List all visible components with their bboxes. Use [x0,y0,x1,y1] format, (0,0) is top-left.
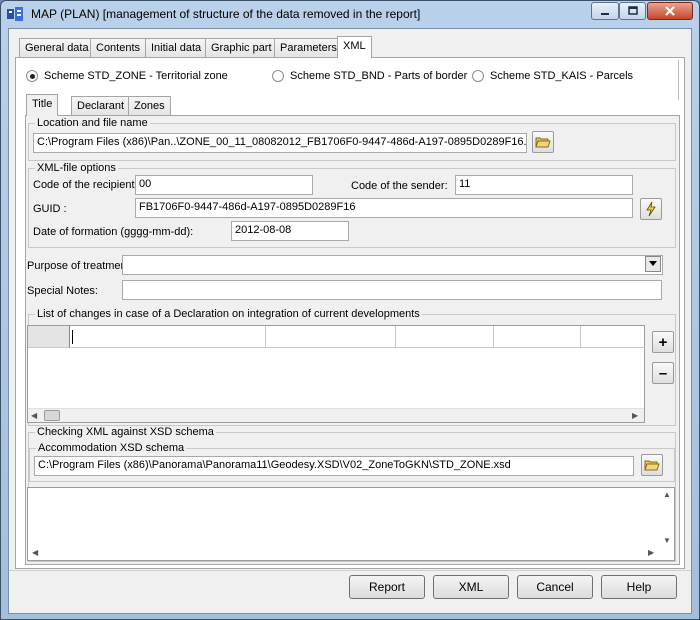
table-cell[interactable] [396,326,494,348]
scroll-down-icon[interactable]: ▼ [663,536,671,545]
help-button[interactable]: Help [601,575,677,599]
dialog-body: General data Contents Initial data Graph… [8,28,692,614]
radio-empty-icon [472,70,484,82]
sender-label: Code of the sender: [351,180,448,192]
horizontal-scrollbar[interactable]: ◀ ▶ [28,408,644,422]
checking-group: Checking XML against XSD schema Accommod… [27,426,676,562]
radio-label: Scheme STD_KAIS - Parcels [490,70,634,82]
app-icon [7,7,23,21]
minimize-icon [601,13,609,15]
recipient-input[interactable]: 00 [135,175,313,195]
xml-options-group: XML-file options Code of the recipient: … [28,162,676,248]
window-title: MAP (PLAN) [management of structure of t… [31,7,421,21]
xml-options-legend: XML-file options [35,162,118,174]
table-corner-cell [28,326,70,348]
schema-group: Accommodation XSD schema C:\Program File… [29,442,675,482]
location-legend: Location and file name [35,117,150,129]
radio-selected-icon [26,70,38,82]
report-button[interactable]: Report [349,575,425,599]
tab-contents[interactable]: Contents [90,38,147,58]
remove-row-button[interactable]: – [652,362,674,384]
table-cell[interactable] [581,326,645,348]
scroll-up-icon[interactable]: ▲ [663,490,671,499]
changes-legend: List of changes in case of a Declaration… [35,308,422,320]
open-folder-button[interactable] [532,131,554,153]
radio-label: Scheme STD_BND - Parts of border [290,70,468,82]
recipient-label: Code of the recipient: [33,179,138,191]
text-cursor [72,330,73,344]
close-icon [665,6,675,16]
scroll-left-icon[interactable]: ◀ [31,411,37,420]
xml-button[interactable]: XML [433,575,509,599]
scroll-left-icon[interactable]: ◀ [32,548,38,557]
cancel-button[interactable]: Cancel [517,575,593,599]
radio-std-bnd[interactable]: Scheme STD_BND - Parts of border [272,70,467,82]
minimize-button[interactable] [591,2,619,20]
changes-table[interactable]: ◀ ▶ [27,325,645,423]
tab-parameters[interactable]: Parameters [274,38,343,58]
radio-label: Scheme STD_ZONE - Territorial zone [44,70,228,82]
chevron-down-icon [649,261,657,266]
table-cell[interactable] [494,326,581,348]
location-group: Location and file name C:\Program Files … [28,117,676,161]
open-folder-icon [644,460,660,471]
add-row-button[interactable]: + [652,331,674,353]
radio-empty-icon [272,70,284,82]
notes-label: Special Notes: [27,285,98,297]
scroll-right-icon[interactable]: ▶ [648,548,654,557]
table-cell[interactable] [70,326,266,348]
date-label: Date of formation (gggg-mm-dd): [33,226,194,238]
scroll-thumb[interactable] [44,410,60,421]
guid-label: GUID : [33,203,67,215]
radio-std-kais[interactable]: Scheme STD_KAIS - Parcels [472,70,633,82]
table-cell[interactable] [266,326,396,348]
close-button[interactable] [647,2,693,20]
tab-initial-data[interactable]: Initial data [145,38,208,58]
purpose-dropdown-button[interactable] [645,256,661,272]
tab-zones[interactable]: Zones [128,96,171,116]
purpose-select[interactable] [122,255,663,275]
open-schema-button[interactable] [641,454,663,476]
title-bar[interactable]: MAP (PLAN) [management of structure of t… [1,1,699,27]
scroll-divider [678,60,682,100]
radio-std-zone[interactable]: Scheme STD_ZONE - Territorial zone [26,70,228,82]
scroll-right-icon[interactable]: ▶ [632,411,638,420]
notes-input[interactable] [122,280,662,300]
tab-graphic-part[interactable]: Graphic part [205,38,278,58]
checking-legend: Checking XML against XSD schema [35,426,216,438]
window: MAP (PLAN) [management of structure of t… [0,0,700,620]
maximize-button[interactable] [619,2,646,20]
schema-path-field[interactable]: C:\Program Files (x86)\Panorama\Panorama… [34,456,634,476]
open-folder-icon [535,137,551,148]
tab-xml[interactable]: XML [337,36,372,58]
validation-log[interactable]: ▲ ▼ ◀ ▶ [27,487,675,561]
schema-legend: Accommodation XSD schema [36,442,187,454]
guid-input[interactable]: FB1706F0-9447-486d-A197-0895D0289F16 [135,198,633,218]
lightning-icon [646,201,656,217]
changes-group: List of changes in case of a Declaration… [27,308,676,426]
xml-tab-panel: Scheme STD_ZONE - Territorial zone Schem… [15,57,685,569]
generate-guid-button[interactable] [640,198,662,220]
title-panel: Location and file name C:\Program Files … [25,115,680,565]
tab-title[interactable]: Title [26,94,59,116]
tab-declarant[interactable]: Declarant [71,96,131,116]
date-input[interactable]: 2012-08-08 [231,221,349,241]
purpose-label: Purpose of treatmen [27,260,127,272]
tab-general-data[interactable]: General data [19,38,95,58]
file-path-field[interactable]: C:\Program Files (x86)\Pan..\ZONE_00_11_… [33,133,527,153]
maximize-icon [627,6,638,15]
sender-input[interactable]: 11 [455,175,633,195]
